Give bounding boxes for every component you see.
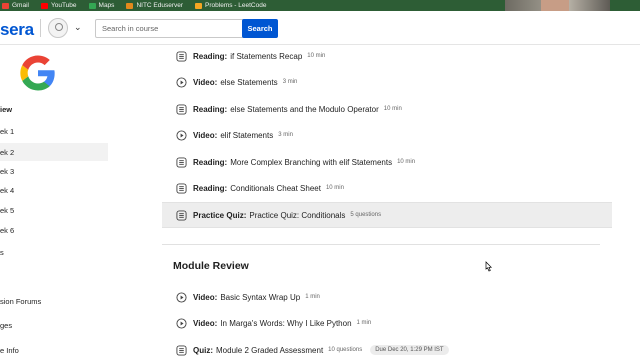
list-item[interactable]: Reading: More Complex Branching with eli… xyxy=(162,150,612,174)
sidebar-item-course-info[interactable]: e Info xyxy=(0,341,108,359)
item-title: else Statements xyxy=(220,77,278,87)
reading-icon xyxy=(176,156,187,168)
list-item[interactable]: Video: else Statements 3 min xyxy=(162,70,612,94)
list-item-hovered[interactable]: Practice Quiz: Practice Quiz: Conditiona… xyxy=(162,202,612,228)
youtube-icon xyxy=(40,2,48,9)
play-icon xyxy=(176,76,187,88)
item-kind: Reading: xyxy=(193,183,228,193)
module-item-list: Reading: if Statements Recap 10 min Vide… xyxy=(162,45,612,360)
sidebar-item-week-3[interactable]: ek 3 xyxy=(0,162,108,180)
item-kind: Practice Quiz: xyxy=(193,210,247,220)
list-item[interactable]: Quiz: Module 2 Graded Assessment 10 ques… xyxy=(162,338,612,362)
item-question-count: 5 questions xyxy=(350,212,382,218)
search-button[interactable]: Search xyxy=(242,19,278,38)
sidebar: iew ek 1 ek 2 ek 3 ek 4 ek 5 ek 6 s sion… xyxy=(0,45,110,360)
section-title-module-review: Module Review xyxy=(173,260,249,272)
item-duration: 10 min xyxy=(325,185,344,191)
item-duration: 1 min xyxy=(356,320,372,326)
reading-icon xyxy=(176,50,187,62)
sidebar-item-overview[interactable]: iew xyxy=(0,100,108,118)
sidebar-item-week-2[interactable]: ek 2 xyxy=(0,143,108,161)
item-duration: 10 min xyxy=(383,106,402,112)
list-item[interactable]: Reading: if Statements Recap 10 min xyxy=(162,44,612,68)
item-kind: Video: xyxy=(193,292,218,302)
item-question-count: 10 questions xyxy=(328,347,363,353)
item-title: Module 2 Graded Assessment xyxy=(216,345,324,355)
play-icon xyxy=(176,317,187,329)
item-duration: 1 min xyxy=(305,294,320,300)
item-title: else Statements and the Modulo Operator xyxy=(230,104,379,114)
bookmark-leetcode[interactable]: Problems - LeetCode xyxy=(195,2,266,9)
list-item[interactable]: Video: elif Statements 3 min xyxy=(162,123,612,147)
item-kind: Video: xyxy=(193,77,218,87)
sidebar-item-week-5[interactable]: ek 5 xyxy=(0,201,108,219)
list-item[interactable]: Video: Basic Syntax Wrap Up 1 min xyxy=(162,285,612,309)
google-logo-icon xyxy=(20,55,55,91)
item-duration: 10 min xyxy=(397,159,416,165)
item-title: elif Statements xyxy=(220,130,274,140)
mouse-cursor-icon xyxy=(485,261,493,272)
item-title: Basic Syntax Wrap Up xyxy=(220,292,301,302)
sidebar-item-messages[interactable]: ges xyxy=(0,316,108,334)
item-duration: 10 min xyxy=(307,53,326,59)
sidebar-item-week-4[interactable]: ek 4 xyxy=(0,181,108,199)
item-duration: 3 min xyxy=(278,132,293,138)
reading-icon xyxy=(176,182,187,194)
bookmark-gmail[interactable]: Gmail xyxy=(2,2,29,9)
play-icon xyxy=(176,129,187,141)
due-date-badge: Due Dec 20, 1:29 PM IST xyxy=(370,345,449,355)
top-header: sera ⌄ Search in course Search xyxy=(0,11,640,45)
item-kind: Reading: xyxy=(193,104,228,114)
item-title: Practice Quiz: Conditionals xyxy=(249,210,346,220)
sidebar-item-grades[interactable]: s xyxy=(0,243,108,261)
maps-icon xyxy=(88,2,96,9)
sidebar-item-week-6[interactable]: ek 6 xyxy=(0,221,108,239)
bookmark-maps[interactable]: Maps xyxy=(88,2,114,9)
item-title: Conditionals Cheat Sheet xyxy=(230,183,321,193)
list-item[interactable]: Reading: Conditionals Cheat Sheet 10 min xyxy=(162,176,612,200)
item-kind: Video: xyxy=(193,130,218,140)
quiz-icon xyxy=(176,344,187,356)
avatar[interactable] xyxy=(48,18,68,38)
chevron-down-icon[interactable]: ⌄ xyxy=(74,22,82,33)
item-title: In Marga's Words: Why I Like Python xyxy=(220,318,352,328)
play-icon xyxy=(176,291,187,303)
leetcode-icon xyxy=(195,2,203,9)
item-kind: Video: xyxy=(193,318,218,328)
item-kind: Reading: xyxy=(193,157,228,167)
header-divider xyxy=(40,19,41,37)
list-item[interactable]: Reading: else Statements and the Modulo … xyxy=(162,97,612,121)
item-kind: Quiz: xyxy=(193,345,213,355)
sidebar-item-discussion-forums[interactable]: sion Forums xyxy=(0,292,108,310)
item-title: More Complex Branching with elif Stateme… xyxy=(230,157,393,167)
gmail-icon xyxy=(2,2,9,9)
nitc-icon xyxy=(126,2,134,9)
brand-logo[interactable]: sera xyxy=(0,20,34,40)
section-divider xyxy=(162,244,600,245)
bookmark-youtube[interactable]: YouTube xyxy=(40,2,77,9)
item-duration: 3 min xyxy=(282,79,298,85)
reading-icon xyxy=(176,103,187,115)
item-kind: Reading: xyxy=(193,51,228,61)
quiz-icon xyxy=(176,209,187,221)
item-title: if Statements Recap xyxy=(230,51,303,61)
bookmark-nitc-eduserver[interactable]: NITC Eduserver xyxy=(126,2,183,9)
list-item[interactable]: Video: In Marga's Words: Why I Like Pyth… xyxy=(162,311,612,335)
sidebar-item-week-1[interactable]: ek 1 xyxy=(0,122,108,140)
